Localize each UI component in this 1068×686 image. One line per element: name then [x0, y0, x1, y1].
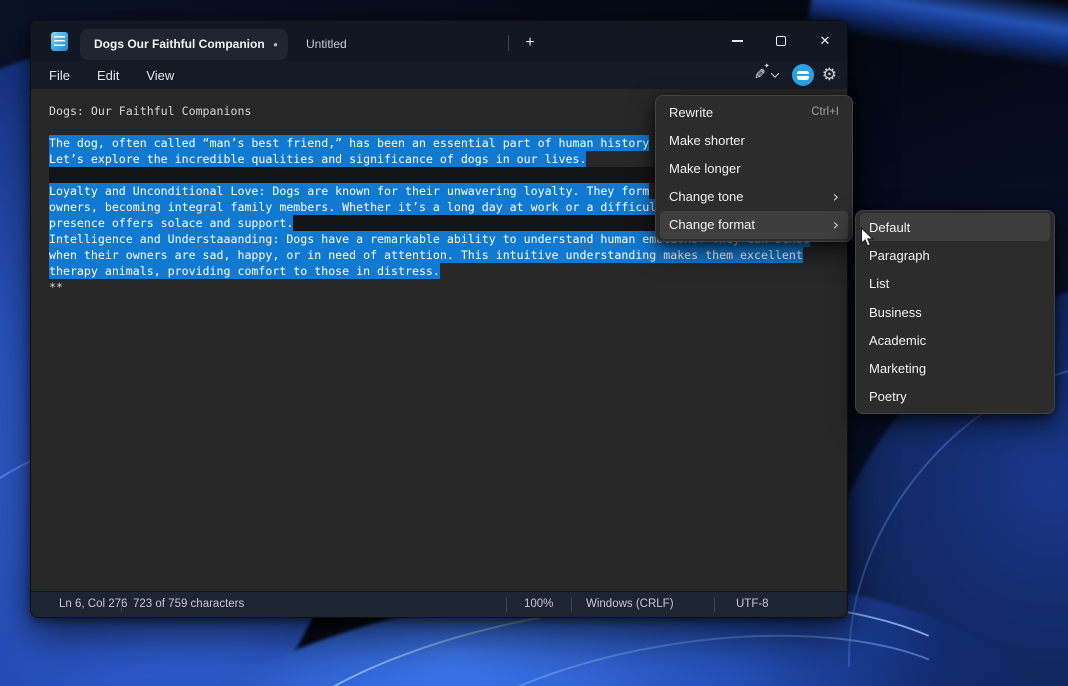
tab-divider — [508, 35, 509, 51]
settings-button[interactable]: ⚙ — [822, 67, 837, 84]
menu-item-change-tone[interactable]: Change tone › — [660, 183, 848, 211]
editor-line: Let’s explore the incredible qualities a… — [49, 151, 586, 167]
menu-view[interactable]: View — [136, 65, 184, 86]
new-tab-button[interactable]: + — [517, 30, 543, 56]
copilot-badge-icon — [797, 71, 809, 80]
submenu-item-marketing[interactable]: Marketing — [860, 354, 1050, 382]
submenu-item-poetry[interactable]: Poetry — [860, 383, 1050, 411]
selected-text: presence offers solace and support. — [49, 215, 293, 231]
close-icon: ✕ — [820, 34, 831, 49]
editor-line: presence offers solace and support. — [49, 215, 293, 231]
editor-line: ** — [49, 279, 63, 295]
editor-line: The dog, often called “man’s best friend… — [49, 135, 649, 151]
status-bar: Ln 6, Col 276 723 of 759 characters 100%… — [31, 591, 848, 617]
menu-file[interactable]: File — [39, 65, 80, 86]
cursor-position: Ln 6, Col 276 — [59, 598, 127, 610]
selection-gap — [293, 215, 656, 231]
line-ending[interactable]: Windows (CRLF) — [586, 598, 674, 610]
status-divider — [571, 598, 572, 612]
editor-line: when their owners are sad, happy, or in … — [49, 247, 803, 263]
submenu-item-business[interactable]: Business — [860, 298, 1050, 326]
selected-text: when their owners are sad, happy, or in … — [49, 247, 803, 263]
notepad-icon — [51, 32, 68, 51]
editor-line: Dogs: Our Faithful Companions — [49, 103, 251, 119]
editor-line: owners, becoming integral family members… — [49, 199, 663, 215]
menu-item-change-format[interactable]: Change format › — [660, 211, 848, 239]
encoding[interactable]: UTF-8 — [736, 598, 769, 610]
menu-edit[interactable]: Edit — [87, 65, 129, 86]
minimize-button[interactable] — [715, 21, 759, 61]
chevron-down-icon — [771, 69, 779, 77]
status-divider — [121, 598, 122, 612]
tab-title: Dogs Our Faithful Companions — [94, 37, 265, 51]
chevron-right-icon: › — [833, 217, 839, 233]
copilot-button[interactable] — [792, 64, 814, 86]
title-bar[interactable]: Dogs Our Faithful Companions ● Untitled … — [31, 21, 847, 61]
editor-line: therapy animals, providing comfort to th… — [49, 263, 440, 279]
selected-text: therapy animals, providing comfort to th… — [49, 263, 440, 279]
selected-text: The dog, often called “man’s best friend… — [49, 135, 649, 151]
submenu-item-academic[interactable]: Academic — [860, 326, 1050, 354]
pen-sparkle-icon: ✎ — [754, 67, 766, 83]
submenu-item-list[interactable]: List — [860, 270, 1050, 298]
selected-text: owners, becoming integral family members… — [49, 199, 663, 215]
character-count: 723 of 759 characters — [133, 598, 244, 610]
menu-item-make-longer[interactable]: Make longer — [660, 154, 848, 182]
menu-item-rewrite[interactable]: Rewrite Ctrl+I — [660, 98, 848, 126]
rewrite-dropdown-button[interactable]: ✎ — [748, 65, 784, 85]
status-divider — [714, 598, 715, 612]
rewrite-context-menu: Rewrite Ctrl+I Make shorter Make longer … — [655, 95, 853, 242]
chevron-right-icon: › — [833, 189, 839, 205]
mouse-pointer — [860, 227, 875, 248]
editor-line: Loyalty and Unconditional Love: Dogs are… — [49, 183, 649, 199]
status-divider — [506, 598, 507, 612]
menu-item-make-shorter[interactable]: Make shorter — [660, 126, 848, 154]
maximize-button[interactable] — [759, 21, 803, 61]
tab-untitled[interactable]: Untitled — [294, 29, 494, 60]
maximize-icon — [776, 36, 786, 46]
submenu-item-paragraph[interactable]: Paragraph — [860, 241, 1050, 269]
tab-dogs-our-faithful-companions[interactable]: Dogs Our Faithful Companions ● — [80, 29, 288, 60]
submenu-item-default[interactable]: Default — [860, 213, 1050, 241]
selection-gap — [49, 167, 656, 183]
zoom-level[interactable]: 100% — [524, 598, 553, 610]
minimize-icon — [732, 40, 743, 42]
unsaved-indicator-dot: ● — [265, 40, 278, 49]
change-format-submenu: Default Paragraph List Business Academic… — [855, 210, 1055, 414]
close-button[interactable]: ✕ — [803, 21, 847, 61]
tab-title: Untitled — [306, 37, 347, 51]
selected-text: Let’s explore the incredible qualities a… — [49, 151, 586, 167]
menu-bar: File Edit View ✎ ⚙ — [31, 61, 847, 89]
shortcut-label: Ctrl+I — [811, 106, 839, 118]
selected-text: Loyalty and Unconditional Love: Dogs are… — [49, 183, 649, 199]
